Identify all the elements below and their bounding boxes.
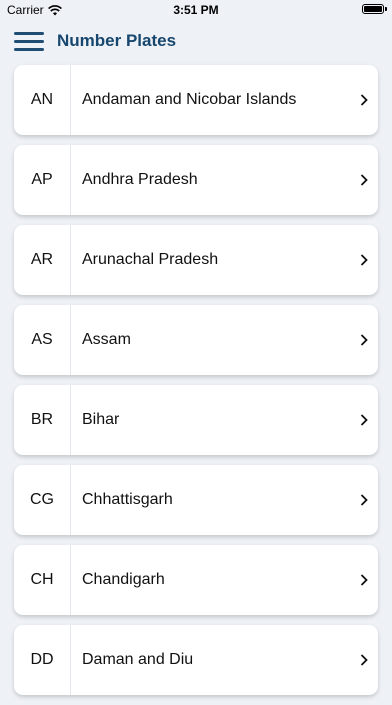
chevron-right-icon [360,574,368,586]
state-code: CH [14,545,71,615]
status-time: 3:51 PM [173,3,219,17]
list-item-br[interactable]: BR Bihar [14,385,378,455]
state-code: CG [14,465,71,535]
state-name: Andaman and Nicobar Islands [82,91,297,108]
state-code: DD [14,625,71,695]
chevron-right-icon [360,94,368,106]
state-code: AS [14,305,71,375]
state-name: Andhra Pradesh [82,171,198,188]
state-name: Bihar [82,411,120,428]
state-name: Chandigarh [82,571,165,588]
state-code: AP [14,145,71,215]
status-bar: Carrier 3:51 PM [0,0,392,20]
list-item-ar[interactable]: AR Arunachal Pradesh [14,225,378,295]
nav-bar: Number Plates [0,20,392,64]
state-name: Daman and Diu [82,651,194,668]
chevron-right-icon [360,654,368,666]
chevron-right-icon [360,334,368,346]
list-item-as[interactable]: AS Assam [14,305,378,375]
chevron-right-icon [360,414,368,426]
list-item-cg[interactable]: CG Chhattisgarh [14,465,378,535]
state-list: AN Andaman and Nicobar Islands AP Andhra… [14,65,378,705]
hamburger-menu-icon[interactable] [14,31,44,53]
chevron-right-icon [360,254,368,266]
status-right [362,4,387,14]
state-code: AN [14,65,71,135]
list-item-dd[interactable]: DD Daman and Diu [14,625,378,695]
list-item-an[interactable]: AN Andaman and Nicobar Islands [14,65,378,135]
state-code: AR [14,225,71,295]
state-code: BR [14,385,71,455]
state-name: Arunachal Pradesh [82,251,219,268]
state-name: Assam [82,331,131,348]
list-item-ap[interactable]: AP Andhra Pradesh [14,145,378,215]
chevron-right-icon [360,174,368,186]
chevron-right-icon [360,494,368,506]
battery-icon [362,4,387,14]
page-title: Number Plates [57,31,177,50]
state-name: Chhattisgarh [82,491,173,508]
list-item-ch[interactable]: CH Chandigarh [14,545,378,615]
